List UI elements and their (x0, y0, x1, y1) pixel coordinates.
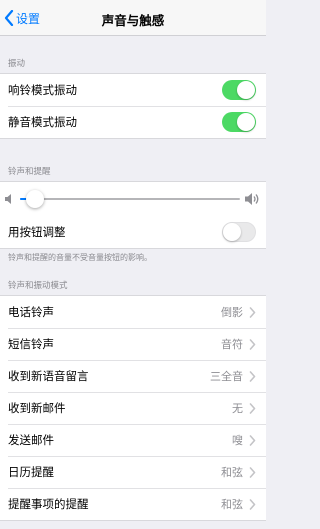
ring-vibrate-toggle[interactable] (222, 80, 256, 100)
pattern-label: 日历提醒 (8, 465, 54, 479)
chevron-right-icon (249, 370, 256, 382)
pattern-row[interactable]: 收到新语音留言 三全音 (0, 360, 266, 392)
volume-slider-thumb[interactable] (26, 190, 45, 208)
chevron-right-icon (249, 434, 256, 446)
speaker-high-icon (245, 193, 259, 205)
ring-vibrate-row: 响铃模式振动 (0, 74, 266, 106)
silent-vibrate-row: 静音模式振动 (0, 106, 266, 138)
change-with-buttons-toggle[interactable] (222, 222, 256, 242)
pattern-value: 无 (232, 402, 243, 415)
change-with-buttons-row: 用按钮调整 (0, 216, 266, 248)
pattern-label: 提醒事项的提醒 (8, 497, 89, 511)
ring-vibrate-label: 响铃模式振动 (8, 83, 77, 97)
pattern-row[interactable]: 日历提醒 和弦 (0, 456, 266, 488)
pattern-row[interactable]: 电话铃声 倒影 (0, 296, 266, 328)
pattern-label: 发送邮件 (8, 433, 54, 447)
section-header-vibrate: 振动 (8, 59, 26, 69)
chevron-right-icon (249, 498, 256, 510)
pattern-row[interactable]: 发送邮件 嗖 (0, 424, 266, 456)
pattern-label: 短信铃声 (8, 337, 54, 351)
chevron-right-icon (249, 402, 256, 414)
patterns-group: 电话铃声 倒影 短信铃声 音符 收到新语音留言 三全音 收到新邮件无发送邮件嗖日历提醒 和弦提… (0, 295, 266, 521)
volume-slider-row (0, 182, 266, 216)
pattern-row[interactable]: 短信铃声 音符 (0, 328, 266, 360)
toggle-knob (223, 223, 241, 241)
pattern-value: 和弦 (221, 466, 243, 479)
pattern-value: 和弦 (221, 498, 243, 511)
pattern-label: 收到新邮件 (8, 401, 66, 415)
pattern-label: 收到新语音留言 (8, 369, 89, 383)
ringer-footer-note: 铃声和提醒的音量不受音量按钮的影响。 (8, 253, 152, 262)
pattern-value: 三全音 (210, 370, 243, 383)
silent-vibrate-label: 静音模式振动 (8, 115, 77, 129)
pattern-value: 嗖 (232, 434, 243, 447)
toggle-knob (237, 113, 255, 131)
toggle-knob (237, 81, 255, 99)
speaker-low-icon (5, 194, 11, 204)
pattern-row[interactable]: 收到新邮件 无 (0, 392, 266, 424)
chevron-right-icon (249, 338, 256, 350)
section-header-ringer: 铃声和提醒 (8, 167, 51, 177)
ringer-group: 用按钮调整 (0, 181, 266, 249)
pattern-value: 倒影 (221, 306, 243, 319)
volume-slider[interactable] (20, 190, 240, 208)
navigation-bar: 设置 声音与触感 (0, 0, 266, 36)
pattern-label: 电话铃声 (8, 305, 54, 319)
pattern-value: 音符 (221, 338, 243, 351)
section-header-patterns: 铃声和振动模式 (8, 281, 68, 291)
pattern-row[interactable]: 提醒事项的提醒 和弦 (0, 488, 266, 520)
page-title: 声音与触感 (101, 13, 165, 28)
vibrate-group: 响铃模式振动 静音模式振动 (0, 73, 266, 139)
chevron-right-icon (249, 466, 256, 478)
change-with-buttons-label: 用按钮调整 (8, 225, 66, 239)
chevron-right-icon (249, 306, 256, 318)
silent-vibrate-toggle[interactable] (222, 112, 256, 132)
